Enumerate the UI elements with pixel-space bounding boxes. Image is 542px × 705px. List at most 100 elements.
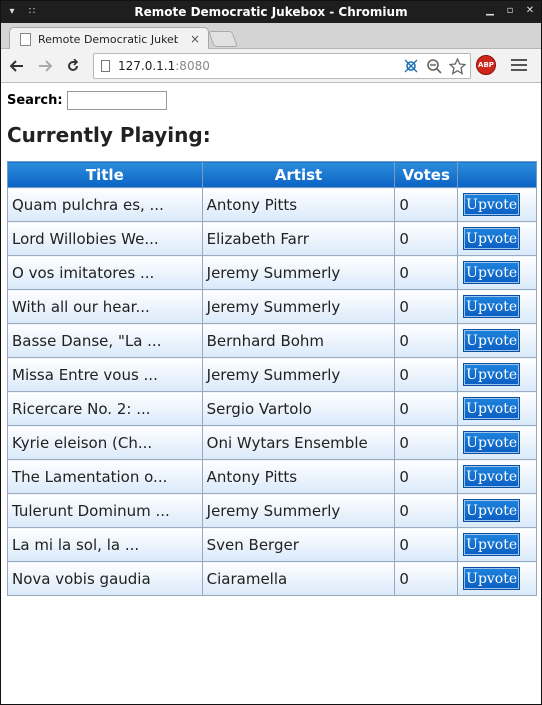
network-icon[interactable] <box>402 57 420 75</box>
song-votes: 0 <box>394 425 459 460</box>
song-artist: Antony Pitts <box>201 459 396 494</box>
column-header-action <box>457 161 537 188</box>
upvote-cell: Upvote <box>457 459 537 494</box>
upvote-button[interactable]: Upvote <box>463 397 521 420</box>
menu-icon[interactable] <box>511 57 527 73</box>
song-artist: Sergio Vartolo <box>201 391 396 426</box>
song-title: Basse Danse, "La ... <box>7 323 203 358</box>
song-artist: Ciaramella <box>201 561 396 596</box>
upvote-button[interactable]: Upvote <box>463 227 521 250</box>
minimize-icon[interactable]: ▁ <box>483 3 497 17</box>
song-votes: 0 <box>394 493 459 528</box>
upvote-button[interactable]: Upvote <box>463 295 521 318</box>
adblock-icon[interactable]: ABP <box>476 55 496 75</box>
song-title: The Lamentation o... <box>7 459 203 494</box>
playlist-table: Title Artist Votes Quam pulchra es, ... A… <box>7 161 537 596</box>
close-window-icon[interactable]: ✕ <box>523 3 537 17</box>
song-title: Ricercare No. 2: ... <box>7 391 203 426</box>
page-content: Search: Currently Playing: Title Artist … <box>2 86 541 704</box>
song-artist: Jeremy Summerly <box>201 255 396 290</box>
title-bar: ▾ ∷ Remote Democratic Jukebox - Chromium… <box>1 1 541 23</box>
song-title: Quam pulchra es, ... <box>7 187 203 222</box>
sticky-icon[interactable]: ∷ <box>25 4 39 18</box>
window-menu-controls: ▾ ∷ <box>5 4 39 18</box>
table-row: Tulerunt Dominum ... Jeremy Summerly 0 Upvo… <box>7 493 537 528</box>
upvote-button[interactable]: Upvote <box>463 329 521 352</box>
upvote-cell: Upvote <box>457 221 537 256</box>
table-row: The Lamentation o... Antony Pitts 0 Upvote <box>7 459 537 494</box>
page-title: Currently Playing: <box>7 123 211 147</box>
page-icon <box>20 32 31 46</box>
song-artist: Oni Wytars Ensemble <box>201 425 396 460</box>
song-artist: Jeremy Summerly <box>201 357 396 392</box>
upvote-cell: Upvote <box>457 561 537 596</box>
table-row: Nova vobis gaudia Ciaramella 0 Upvote <box>7 561 537 596</box>
upvote-cell: Upvote <box>457 391 537 426</box>
maximize-icon[interactable]: ▫ <box>503 3 517 17</box>
song-artist: Jeremy Summerly <box>201 289 396 324</box>
song-votes: 0 <box>394 187 459 222</box>
upvote-button[interactable]: Upvote <box>463 533 521 556</box>
song-votes: 0 <box>394 561 459 596</box>
upvote-button[interactable]: Upvote <box>463 465 521 488</box>
song-title: Nova vobis gaudia <box>7 561 203 596</box>
song-title: O vos imitatores ... <box>7 255 203 290</box>
zoom-icon[interactable] <box>425 57 443 75</box>
song-votes: 0 <box>394 459 459 494</box>
upvote-button[interactable]: Upvote <box>463 499 521 522</box>
song-votes: 0 <box>394 255 459 290</box>
song-artist: Antony Pitts <box>201 187 396 222</box>
song-votes: 0 <box>394 289 459 324</box>
column-header-votes: Votes <box>394 161 459 188</box>
tab-title: Remote Democratic Jukeb <box>38 32 178 46</box>
url-text: 127.0.1.1:8080 <box>118 59 210 73</box>
upvote-cell: Upvote <box>457 527 537 562</box>
window-controls: ▁ ▫ ✕ <box>483 3 537 17</box>
table-row: Quam pulchra es, ... Antony Pitts 0 Upvote <box>7 187 537 222</box>
upvote-button[interactable]: Upvote <box>463 193 521 216</box>
search-input[interactable] <box>66 91 167 110</box>
upvote-button[interactable]: Upvote <box>463 431 521 454</box>
upvote-button[interactable]: Upvote <box>463 363 521 386</box>
upvote-cell: Upvote <box>457 493 537 528</box>
star-icon[interactable] <box>448 57 466 75</box>
address-bar[interactable]: 127.0.1.1:8080 <box>93 53 471 79</box>
song-votes: 0 <box>394 527 459 562</box>
upvote-cell: Upvote <box>457 255 537 290</box>
upvote-cell: Upvote <box>457 425 537 460</box>
back-arrow-icon[interactable] <box>7 56 27 76</box>
table-row: With all our hear... Jeremy Summerly 0 Upvo… <box>7 289 537 324</box>
page-info-icon[interactable] <box>101 60 110 72</box>
table-row: O vos imitatores ... Jeremy Summerly 0 Upvo… <box>7 255 537 290</box>
table-row: Ricercare No. 2: ... Sergio Vartolo 0 Upvot… <box>7 391 537 426</box>
table-row: Kyrie eleison (Ch... Oni Wytars Ensemble 0… <box>7 425 537 460</box>
window-menu-icon[interactable]: ▾ <box>5 4 19 18</box>
song-title: With all our hear... <box>7 289 203 324</box>
table-row: La mi la sol, la ... Sven Berger 0 Upvote <box>7 527 537 562</box>
close-tab-icon[interactable]: × <box>190 32 200 46</box>
song-title: Lord Willobies We... <box>7 221 203 256</box>
tab-strip: Remote Democratic Jukeb × <box>1 23 541 50</box>
song-votes: 0 <box>394 357 459 392</box>
upvote-button[interactable]: Upvote <box>463 261 521 284</box>
song-artist: Sven Berger <box>201 527 396 562</box>
search-label: Search: <box>7 93 63 108</box>
browser-toolbar: 127.0.1.1:8080 ABP <box>1 49 541 83</box>
upvote-button[interactable]: Upvote <box>463 567 521 590</box>
upvote-cell: Upvote <box>457 357 537 392</box>
song-artist: Bernhard Bohm <box>201 323 396 358</box>
song-title: Tulerunt Dominum ... <box>7 493 203 528</box>
tab-jukebox[interactable]: Remote Democratic Jukeb × <box>9 27 209 50</box>
forward-arrow-icon[interactable] <box>35 56 55 76</box>
upvote-cell: Upvote <box>457 187 537 222</box>
upvote-cell: Upvote <box>457 289 537 324</box>
song-artist: Elizabeth Farr <box>201 221 396 256</box>
reload-icon[interactable] <box>63 56 83 76</box>
song-votes: 0 <box>394 391 459 426</box>
search-row: Search: <box>7 91 167 110</box>
table-row: Missa Entre vous ... Jeremy Summerly 0 Upvo… <box>7 357 537 392</box>
new-tab-button[interactable] <box>208 31 238 47</box>
column-header-title: Title <box>7 161 203 188</box>
song-title: Kyrie eleison (Ch... <box>7 425 203 460</box>
table-header-row: Title Artist Votes <box>7 161 537 188</box>
